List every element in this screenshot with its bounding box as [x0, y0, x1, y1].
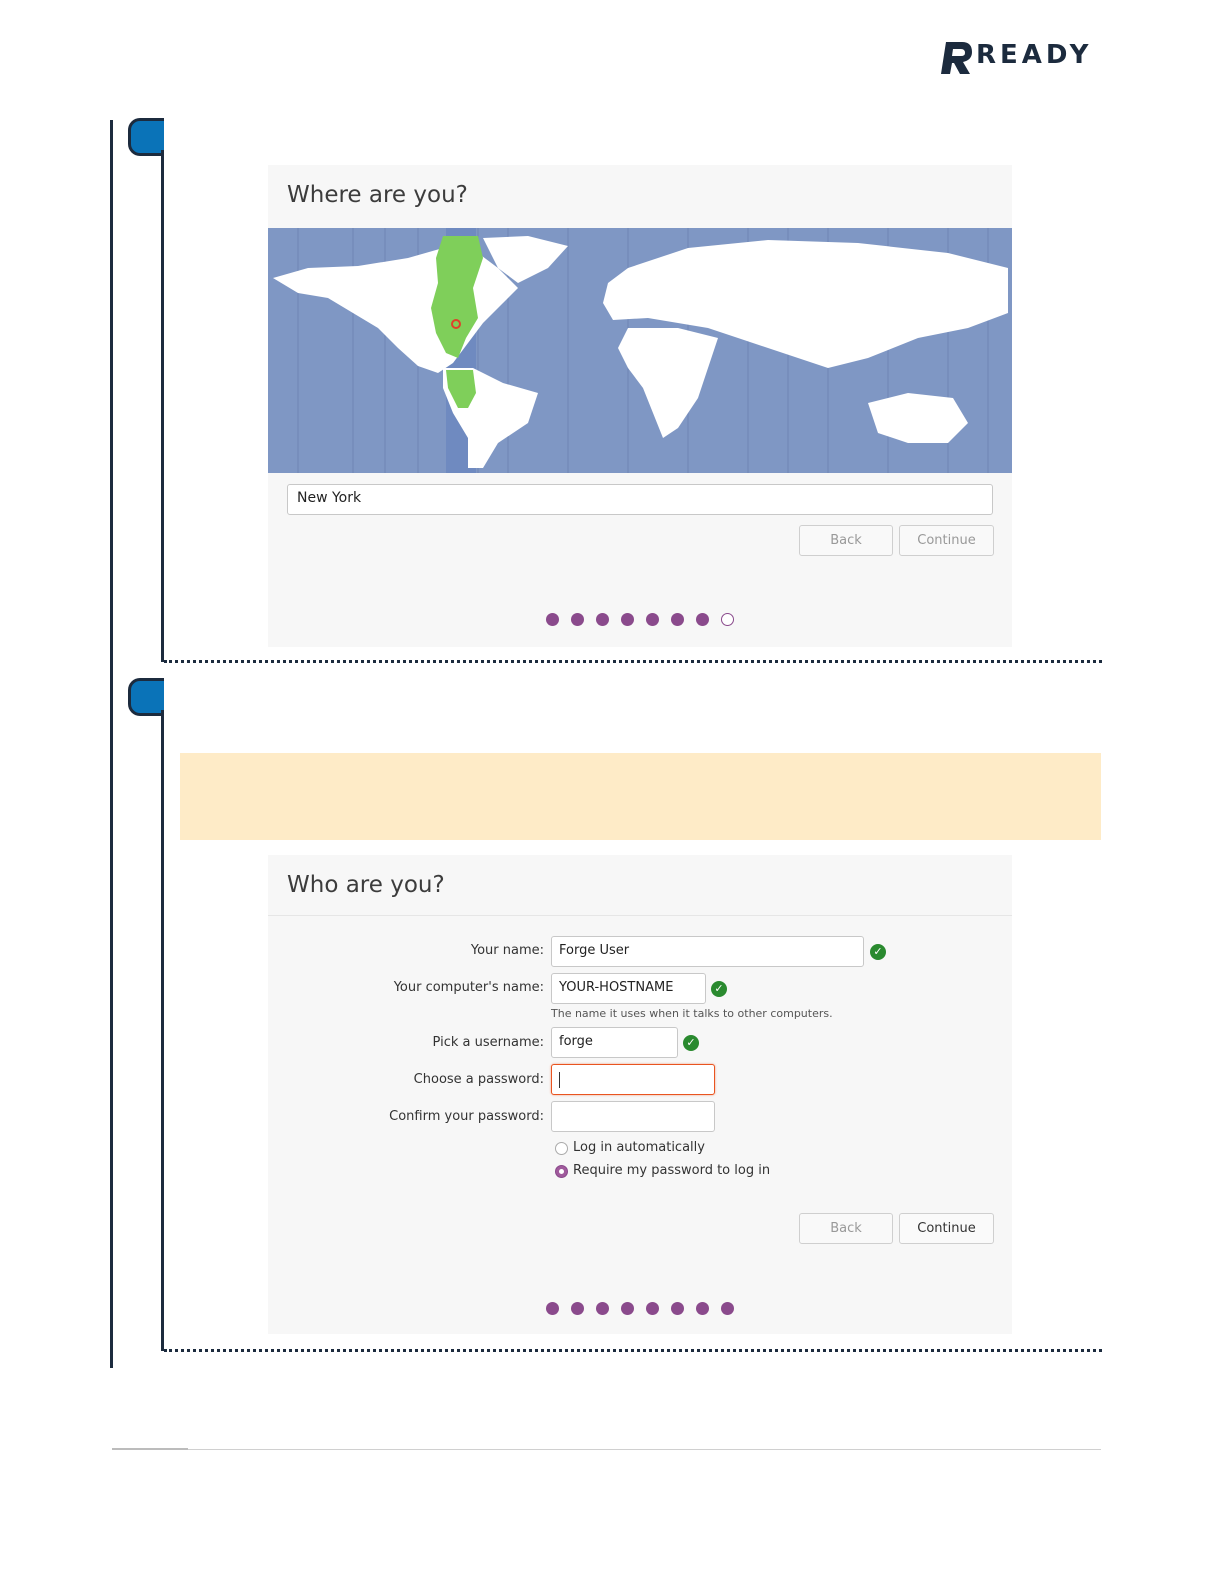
progress-dot	[546, 1302, 559, 1315]
computer-name-valid-icon: ✓	[711, 981, 727, 997]
step-tab-2	[128, 678, 164, 716]
password-input[interactable]	[551, 1064, 715, 1095]
step-1-line	[161, 150, 164, 662]
location-continue-button[interactable]: Continue	[899, 525, 994, 556]
location-progress-dots	[546, 613, 746, 627]
username-input[interactable]: forge	[551, 1027, 678, 1058]
step-tab-1	[128, 118, 164, 156]
progress-dot	[671, 613, 684, 626]
username-label: Pick a username:	[432, 1035, 544, 1050]
location-back-button[interactable]: Back	[799, 525, 893, 556]
progress-dot	[646, 1302, 659, 1315]
computer-name-hint: The name it uses when it talks to other …	[551, 1007, 833, 1020]
username-valid-icon: ✓	[683, 1035, 699, 1051]
note-box	[180, 753, 1101, 840]
world-map-graphic	[268, 228, 1012, 473]
progress-dot	[646, 613, 659, 626]
location-pin-icon	[452, 320, 460, 328]
user-back-button[interactable]: Back	[799, 1213, 893, 1244]
login-require-password-radio[interactable]	[555, 1165, 568, 1178]
left-rail	[110, 120, 113, 1368]
footer-accent	[112, 1448, 188, 1450]
text-cursor	[559, 1072, 560, 1088]
progress-dot	[621, 613, 634, 626]
step-1-separator	[164, 660, 1102, 663]
confirm-password-input[interactable]	[551, 1101, 715, 1132]
progress-dot-empty	[721, 613, 734, 626]
login-auto-label[interactable]: Log in automatically	[573, 1140, 705, 1155]
your-name-input[interactable]: Forge User	[551, 936, 864, 967]
computer-name-label: Your computer's name:	[393, 980, 544, 995]
login-auto-radio[interactable]	[555, 1142, 568, 1155]
ready-logo-mark-icon	[941, 42, 972, 74]
ready-logo: READY	[938, 38, 1103, 78]
ready-logo-text: READY	[976, 40, 1093, 70]
user-progress-dots	[546, 1302, 746, 1316]
confirm-password-label: Confirm your password:	[389, 1109, 544, 1124]
progress-dot	[671, 1302, 684, 1315]
login-require-password-label[interactable]: Require my password to log in	[573, 1163, 770, 1178]
progress-dot	[696, 1302, 709, 1315]
timezone-input[interactable]: New York	[287, 484, 993, 515]
user-panel-title: Who are you?	[287, 872, 445, 898]
progress-dot	[696, 613, 709, 626]
progress-dot	[571, 613, 584, 626]
password-label: Choose a password:	[413, 1072, 544, 1087]
progress-dot	[596, 1302, 609, 1315]
your-name-valid-icon: ✓	[870, 944, 886, 960]
your-name-label: Your name:	[470, 943, 544, 958]
timezone-map[interactable]	[268, 228, 1012, 473]
step-2-separator	[164, 1349, 1102, 1352]
user-panel-divider	[268, 915, 1012, 916]
step-2-line	[161, 710, 164, 1351]
footer-rule	[112, 1449, 1101, 1450]
computer-name-input[interactable]: YOUR-HOSTNAME	[551, 973, 706, 1004]
progress-dot	[721, 1302, 734, 1315]
progress-dot	[621, 1302, 634, 1315]
progress-dot	[596, 613, 609, 626]
user-continue-button[interactable]: Continue	[899, 1213, 994, 1244]
progress-dot	[546, 613, 559, 626]
progress-dot	[571, 1302, 584, 1315]
location-panel-title: Where are you?	[287, 182, 468, 208]
